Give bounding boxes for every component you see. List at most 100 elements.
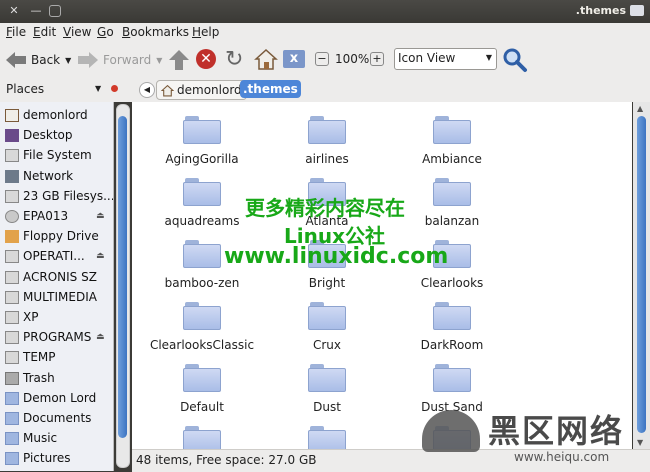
menu-file[interactable]: File	[6, 25, 26, 39]
folder-icon	[308, 116, 346, 144]
menu-go[interactable]: Go	[97, 25, 114, 39]
folder-item[interactable]: AgingGorilla	[147, 116, 257, 166]
drive-icon	[5, 189, 19, 203]
up-button[interactable]	[168, 48, 190, 72]
close-sidebar-icon[interactable]	[111, 85, 118, 92]
forward-button[interactable]: Forward ▼	[76, 50, 162, 70]
sidebar-item-label: OPERATI...	[23, 249, 85, 264]
folder-item[interactable]: aquadreams	[147, 178, 257, 228]
chevron-down-icon: ▼	[485, 53, 492, 62]
maximize-window-button[interactable]	[49, 5, 61, 17]
menu-edit[interactable]: Edit	[33, 25, 56, 39]
sidebar-item[interactable]: XP	[0, 308, 113, 328]
watermark-line3: www.linuxidc.com	[224, 244, 449, 269]
folder-item[interactable]: Dust	[272, 364, 382, 414]
sidebar-item[interactable]: Trash	[0, 369, 113, 389]
folder-item[interactable]	[147, 426, 257, 449]
sidebar-item[interactable]: demonlord	[0, 106, 113, 126]
sidebar-item-label: demonlord	[23, 108, 88, 122]
folder-item[interactable]: DarkRoom	[397, 302, 507, 352]
sidebar-item[interactable]: Demon Lord	[0, 389, 113, 409]
sidebar-item[interactable]: Documents	[0, 409, 113, 429]
back-label: Back	[31, 53, 61, 67]
sidebar-item-label: Demon Lord	[23, 390, 97, 405]
folder-label: Crux	[312, 338, 342, 352]
path-left-arrow[interactable]: ◀	[139, 82, 155, 98]
folder-label: ClearlooksClassic	[149, 338, 255, 352]
reload-button[interactable]: ↻	[225, 47, 243, 72]
sidebar-item-label: Pictures	[23, 451, 71, 466]
up-arrow-icon	[169, 50, 189, 70]
sidebar-item[interactable]: TEMP	[0, 348, 113, 368]
computer-button[interactable]: x	[283, 50, 305, 68]
folder-icon	[630, 5, 644, 16]
home-icon	[161, 84, 174, 96]
sidebar-scroll-thumb[interactable]	[118, 116, 127, 438]
folder-item[interactable]	[272, 426, 382, 449]
sidebar-item[interactable]: Music	[0, 429, 113, 449]
places-dropdown-icon[interactable]: ▼	[95, 84, 101, 93]
folder-label: airlines	[305, 152, 349, 166]
breadcrumb-current[interactable]: .themes	[240, 80, 301, 98]
sidebar-item[interactable]: MULTIMEDIA	[0, 288, 113, 308]
sidebar-item-label: TEMP	[23, 350, 56, 365]
eject-icon[interactable]: ⏏	[96, 251, 105, 261]
sidebar-item[interactable]: Floppy Drive	[0, 227, 113, 247]
folder-icon	[433, 116, 471, 144]
folder-item[interactable]: Default	[147, 364, 257, 414]
menu-bookmarks[interactable]: Bookmarks	[122, 25, 189, 39]
sidebar-item[interactable]: Network	[0, 167, 113, 187]
eject-icon[interactable]: ⏏	[96, 211, 105, 221]
folder-item[interactable]: Ambiance	[397, 116, 507, 166]
search-button[interactable]	[502, 47, 528, 73]
drive-icon	[5, 331, 19, 345]
zoom-in-button[interactable]: +	[370, 52, 384, 66]
reload-icon: ↻	[225, 47, 244, 72]
home-button[interactable]	[254, 47, 278, 71]
sidebar-item[interactable]: Pictures	[0, 449, 113, 469]
back-button[interactable]: Back ▼	[4, 50, 71, 70]
floppy-icon	[5, 230, 19, 244]
file-view: AgingGorilla airlines Ambiance aquadreams At…	[132, 102, 632, 449]
sidebar-item[interactable]: ACRONIS SZ	[0, 268, 113, 288]
folder-icon	[183, 364, 221, 392]
home-icon	[254, 48, 278, 70]
sidebar-item-label: PROGRAMS	[23, 330, 92, 345]
sidebar-item[interactable]: File System	[0, 146, 113, 166]
folder-icon	[5, 412, 19, 425]
menu-view[interactable]: View	[63, 25, 91, 39]
sidebar-item[interactable]: OPERATI... ⏏	[0, 247, 113, 267]
scroll-up-icon[interactable]: ▲	[637, 104, 643, 113]
folder-item[interactable]: balanzan	[397, 178, 507, 228]
sidebar-item[interactable]: Desktop	[0, 126, 113, 146]
folder-item[interactable]: Crux	[272, 302, 382, 352]
sidebar-item[interactable]: EPA013 ⏏	[0, 207, 113, 227]
watermark-logo-text: 黑区网络	[488, 412, 625, 450]
stop-button[interactable]: ✕	[196, 49, 216, 69]
folder-item[interactable]: airlines	[272, 116, 382, 166]
minimize-window-button[interactable]: —	[28, 3, 44, 19]
breadcrumb-home[interactable]: demonlord	[156, 80, 247, 100]
mushroom-logo-icon	[422, 410, 480, 452]
zoom-out-button[interactable]: −	[315, 52, 329, 66]
eject-icon[interactable]: ⏏	[96, 332, 105, 342]
forward-label: Forward	[103, 53, 152, 67]
menu-help[interactable]: Help	[192, 25, 219, 39]
folder-icon	[183, 240, 221, 268]
folder-label: AgingGorilla	[165, 152, 239, 166]
folder-label: balanzan	[424, 214, 480, 228]
view-mode-select[interactable]: Icon View ▼	[394, 48, 497, 70]
toolbar: Back ▼ Forward ▼ ✕ ↻ x − 100% +	[0, 43, 650, 78]
folder-icon	[5, 452, 19, 466]
watermark-logo: 黑区网络 www.heiqu.com	[422, 400, 650, 471]
sidebar-item-label: Trash	[23, 370, 55, 385]
sidebar-item[interactable]: PROGRAMS ⏏	[0, 328, 113, 348]
folder-label: bamboo-zen	[164, 276, 240, 290]
folder-item[interactable]: ClearlooksClassic	[147, 302, 257, 352]
sidebar-item[interactable]: 23 GB Filesys...	[0, 187, 113, 207]
zoom-in-icon: +	[370, 52, 384, 66]
drive-icon	[5, 149, 19, 163]
folder-icon	[433, 302, 471, 330]
file-view-scroll-thumb[interactable]	[637, 116, 646, 433]
close-window-button[interactable]: ✕	[6, 3, 22, 19]
